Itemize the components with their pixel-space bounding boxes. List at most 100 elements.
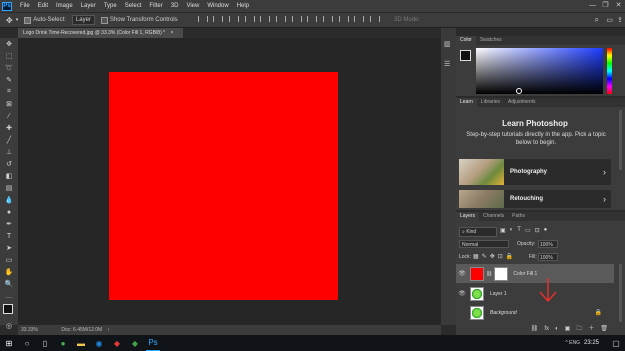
- lock-transparent-icon[interactable]: ▦: [473, 253, 479, 260]
- search-icon[interactable]: ⌕: [595, 15, 599, 25]
- document-close-icon[interactable]: ×: [170, 30, 173, 36]
- app-icon[interactable]: ◆: [110, 336, 124, 350]
- lock-all-icon[interactable]: 🔒: [506, 253, 513, 260]
- history-panel-icon[interactable]: ▥: [444, 40, 451, 48]
- tab-adjustments[interactable]: Adjustments: [504, 98, 540, 107]
- more-tools-icon[interactable]: …: [0, 290, 18, 302]
- align-right-icon[interactable]: [275, 16, 286, 22]
- task-view-icon[interactable]: ▯: [38, 336, 52, 350]
- rectangle-tool-icon[interactable]: ▭: [0, 254, 18, 266]
- align-middle-icon[interactable]: [213, 16, 224, 22]
- healing-brush-tool-icon[interactable]: ✚: [0, 122, 18, 134]
- quick-selection-tool-icon[interactable]: ✎: [0, 74, 18, 86]
- layer-name[interactable]: Color Fill 1: [513, 271, 537, 277]
- layer-name[interactable]: Layer 1: [490, 291, 507, 297]
- tab-learn[interactable]: Learn: [456, 98, 477, 107]
- history-brush-tool-icon[interactable]: ↺: [0, 158, 18, 170]
- eyedropper-tool-icon[interactable]: ⁄: [0, 110, 18, 122]
- layer-name[interactable]: Background: [490, 310, 517, 316]
- auto-select-checkbox[interactable]: [24, 16, 32, 24]
- tool-preset-dropdown-icon[interactable]: ▾: [16, 17, 19, 23]
- layer-row-layer-1[interactable]: 👁 Layer 1: [456, 284, 614, 303]
- filter-shape-icon[interactable]: ▭: [525, 227, 531, 234]
- foreground-color-swatch[interactable]: [3, 304, 13, 314]
- learn-card-photography[interactable]: Photography ›: [459, 159, 611, 185]
- tab-layers[interactable]: Layers: [456, 212, 480, 221]
- zoom-level[interactable]: 33.33%: [21, 327, 38, 333]
- file-explorer-icon[interactable]: ▬: [74, 336, 88, 350]
- lock-position-icon[interactable]: ✥: [490, 253, 495, 260]
- move-tool-icon[interactable]: ✥: [6, 16, 13, 25]
- lasso-tool-icon[interactable]: ➰: [0, 62, 18, 74]
- delete-layer-icon[interactable]: 🗑: [600, 324, 608, 334]
- show-transform-checkbox[interactable]: [100, 16, 108, 24]
- distribute-middle-icon[interactable]: [307, 16, 318, 22]
- layer-style-icon[interactable]: fx: [544, 324, 549, 334]
- adjustment-layer-icon[interactable]: ▣: [565, 324, 571, 334]
- learn-card-retouching[interactable]: Retouching ›: [459, 190, 611, 208]
- edge-icon[interactable]: ◉: [92, 336, 106, 350]
- path-selection-tool-icon[interactable]: ➤: [0, 242, 18, 254]
- layers-scrollbar[interactable]: [619, 264, 622, 322]
- lock-artboard-icon[interactable]: ⊡: [498, 253, 503, 260]
- gradient-tool-icon[interactable]: ▤: [0, 182, 18, 194]
- quick-mask-icon[interactable]: ◎: [0, 320, 18, 332]
- type-tool-icon[interactable]: T: [0, 230, 18, 242]
- new-group-icon[interactable]: 🗀: [576, 324, 582, 334]
- clone-stamp-tool-icon[interactable]: ⊥: [0, 146, 18, 158]
- filter-adjustment-icon[interactable]: ◐: [510, 227, 514, 234]
- search-icon[interactable]: ○: [20, 336, 34, 350]
- chrome-icon[interactable]: ●: [56, 336, 70, 350]
- windows-start-icon[interactable]: ⊞: [2, 336, 16, 350]
- color-picker-cursor[interactable]: [516, 88, 522, 94]
- align-top-icon[interactable]: [197, 16, 208, 22]
- blur-tool-icon[interactable]: 💧: [0, 194, 18, 206]
- menu-window[interactable]: Window: [203, 3, 232, 9]
- chain-link-icon[interactable]: ⛓: [486, 271, 492, 277]
- pen-tool-icon[interactable]: ✒: [0, 218, 18, 230]
- tab-paths[interactable]: Paths: [508, 212, 529, 221]
- menu-image[interactable]: Image: [52, 3, 77, 9]
- layer-filter-dropdown[interactable]: ⌕ Kind: [459, 227, 497, 237]
- add-mask-icon[interactable]: ◐: [555, 324, 559, 334]
- share-icon[interactable]: ⇪: [617, 16, 623, 24]
- document-canvas-color-fill[interactable]: [109, 72, 338, 300]
- menu-file[interactable]: File: [16, 3, 34, 9]
- layer-mask-thumbnail[interactable]: [494, 266, 509, 281]
- notification-icon[interactable]: ▢: [609, 336, 623, 350]
- blend-mode-dropdown[interactable]: Normal: [459, 240, 509, 248]
- status-arrow-icon[interactable]: ›: [108, 327, 110, 333]
- align-left-icon[interactable]: [244, 16, 255, 22]
- tab-color[interactable]: Color: [456, 36, 476, 45]
- menu-type[interactable]: Type: [100, 3, 121, 9]
- marquee-tool-icon[interactable]: ⬚: [0, 50, 18, 62]
- system-tray[interactable]: ^ ENG: [565, 340, 580, 346]
- frame-tool-icon[interactable]: ⊠: [0, 98, 18, 110]
- menu-select[interactable]: Select: [121, 3, 146, 9]
- menu-view[interactable]: View: [182, 3, 203, 9]
- visibility-eye-icon[interactable]: 👁: [456, 290, 468, 297]
- properties-panel-icon[interactable]: ☰: [444, 60, 450, 68]
- tab-swatches[interactable]: Swatches: [476, 36, 506, 45]
- zoom-tool-icon[interactable]: 🔍: [0, 278, 18, 290]
- close-window-button[interactable]: ✕: [612, 0, 625, 12]
- move-tool-icon[interactable]: ✥: [0, 38, 18, 50]
- menu-3d[interactable]: 3D: [167, 3, 183, 9]
- fill-input[interactable]: 100%: [538, 253, 558, 261]
- workspace-icon[interactable]: ▭: [606, 16, 613, 24]
- distribute-bottom-icon[interactable]: [323, 16, 333, 22]
- document-tab[interactable]: Logo Drink Time-Recovered.jpg @ 33.3% (C…: [18, 28, 183, 38]
- visibility-eye-icon[interactable]: 👁: [456, 270, 468, 277]
- foreground-color-chip[interactable]: [460, 50, 471, 61]
- new-layer-icon[interactable]: ＋: [588, 324, 594, 334]
- menu-filter[interactable]: Filter: [145, 3, 166, 9]
- brush-tool-icon[interactable]: ╱: [0, 134, 18, 146]
- tab-libraries[interactable]: Libraries: [477, 98, 504, 107]
- tab-channels[interactable]: Channels: [479, 212, 508, 221]
- dodge-tool-icon[interactable]: ●: [0, 206, 18, 218]
- distribute-top-icon[interactable]: [291, 16, 302, 22]
- link-layers-icon[interactable]: ⛓: [531, 324, 539, 334]
- opacity-input[interactable]: 100%: [538, 240, 558, 248]
- distribute-center-icon[interactable]: [354, 16, 365, 22]
- learn-scrollbar[interactable]: [619, 110, 622, 170]
